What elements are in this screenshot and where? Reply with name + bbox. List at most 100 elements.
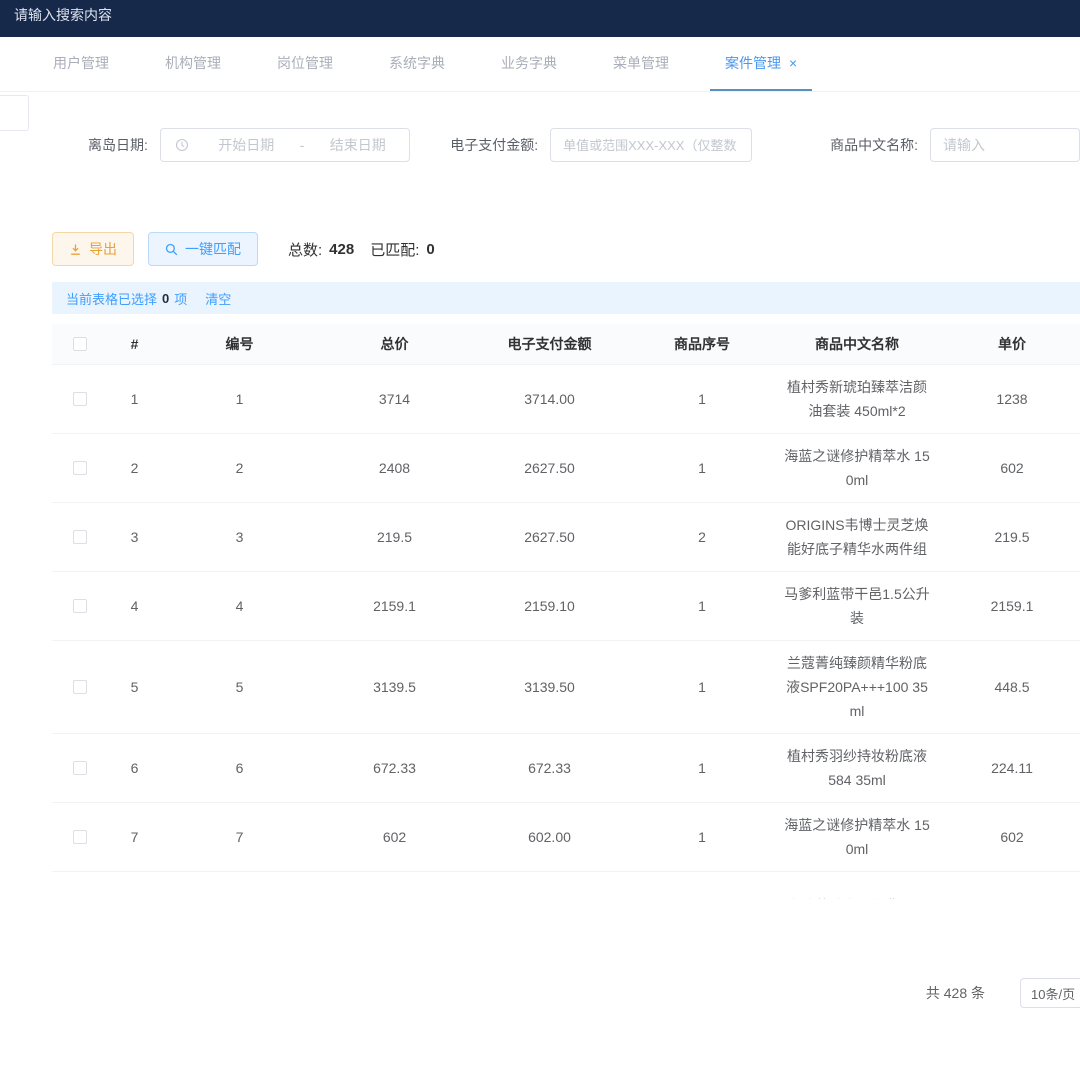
table-row: 2 2 2408 2627.50 1 海蓝之谜修护精萃水 150ml 602 (52, 433, 1080, 502)
selection-suffix: 项 (174, 289, 187, 308)
date-separator: - (298, 137, 307, 153)
row-checkbox-cell (52, 392, 107, 406)
global-search-input[interactable]: 请输入搜索内容 (0, 0, 126, 30)
cell-index: 1 (107, 391, 162, 407)
cell-index: 2 (107, 460, 162, 476)
table-body: 1 1 3714 3714.00 1 植村秀新琥珀臻萃洁颜油套装 450ml*2… (52, 364, 1080, 899)
cell-epay-amount: 3139.50 (472, 679, 627, 695)
tab-bar: 用户管理 机构管理 岗位管理 系统字典 业务字典 菜单管理 案件管理 × (0, 37, 1080, 92)
table-row: 6 6 672.33 672.33 1 植村秀羽纱持妆粉底液 584 35ml … (52, 733, 1080, 802)
tab-close-icon[interactable]: × (789, 55, 797, 71)
row-checkbox-cell (52, 599, 107, 613)
table-row: 4 4 2159.1 2159.10 1 马爹利蓝带干邑1.5公升装 2159.… (52, 571, 1080, 640)
collapsed-panel[interactable] (0, 95, 29, 131)
product-name-input[interactable] (930, 128, 1080, 162)
cell-product-name: 卡诗菁纯亮泽经典香氛 (777, 894, 937, 900)
selection-info-bar: 当前表格已选择 0 项 清空 (52, 282, 1080, 314)
start-date-placeholder[interactable]: 开始日期 (195, 135, 298, 155)
row-checkbox[interactable] (73, 599, 87, 613)
cell-index: 3 (107, 529, 162, 545)
end-date-placeholder[interactable]: 结束日期 (306, 135, 409, 155)
row-checkbox-cell (52, 830, 107, 844)
count-summary: 总数: 428 已匹配: 0 (288, 239, 451, 260)
row-checkbox[interactable] (73, 761, 87, 775)
select-all-checkbox[interactable] (73, 337, 87, 351)
cell-code: 8 (162, 898, 317, 900)
cell-unit-price: 224.11 (937, 760, 1080, 776)
cell-product-seq: 1 (627, 391, 777, 407)
cell-code: 1 (162, 391, 317, 407)
cell-code: 4 (162, 598, 317, 614)
cell-epay-amount: 2159.10 (472, 598, 627, 614)
cell-index: 4 (107, 598, 162, 614)
cell-product-name: 植村秀羽纱持妆粉底液 584 35ml (777, 744, 937, 792)
export-button[interactable]: 导出 (52, 232, 134, 266)
row-checkbox[interactable] (73, 461, 87, 475)
tab-label: 业务字典 (501, 53, 557, 73)
page-size-value: 10条/页 (1031, 984, 1075, 1003)
selection-prefix: 当前表格已选择 (66, 289, 157, 308)
column-header: 总价 (317, 334, 472, 354)
row-checkbox-cell (52, 899, 107, 900)
cell-total-price: 672.33 (317, 760, 472, 776)
cell-total-price: 602 (317, 829, 472, 845)
download-icon (69, 243, 82, 256)
tab-item[interactable]: 菜单管理 (598, 37, 684, 91)
row-checkbox[interactable] (73, 899, 87, 900)
cell-product-seq: 1 (627, 679, 777, 695)
table-row: 1 1 3714 3714.00 1 植村秀新琥珀臻萃洁颜油套装 450ml*2… (52, 364, 1080, 433)
cell-unit-price: 602 (937, 829, 1080, 845)
cell-product-name: 兰蔻菁纯臻颜精华粉底液SPF20PA+++100 35ml (777, 651, 937, 723)
row-checkbox-cell (52, 530, 107, 544)
cell-product-name: 植村秀新琥珀臻萃洁颜油套装 450ml*2 (777, 375, 937, 423)
date-filter-label: 离岛日期: (88, 135, 148, 155)
cell-product-seq: 1 (627, 598, 777, 614)
total-value: 428 (329, 241, 354, 258)
cell-code: 3 (162, 529, 317, 545)
row-checkbox[interactable] (73, 680, 87, 694)
date-range-input[interactable]: 开始日期 - 结束日期 (160, 128, 410, 162)
row-checkbox[interactable] (73, 530, 87, 544)
row-checkbox-cell (52, 761, 107, 775)
one-key-match-button[interactable]: 一键匹配 (148, 232, 258, 266)
page-size-select[interactable]: 10条/页 (1020, 978, 1080, 1008)
tab-item[interactable]: 案件管理 × (710, 37, 812, 91)
table-row: 7 7 602 602.00 1 海蓝之谜修护精萃水 150ml 602 (52, 802, 1080, 871)
cell-unit-price: 2159.1 (937, 598, 1080, 614)
cell-total-price: 219.5 (317, 529, 472, 545)
payment-amount-input[interactable] (550, 128, 752, 162)
clock-icon (175, 138, 189, 152)
selection-count: 0 (162, 291, 169, 306)
column-header: 商品序号 (627, 334, 777, 354)
payment-filter-label: 电子支付金额: (450, 135, 538, 155)
cell-epay-amount: 2627.50 (472, 529, 627, 545)
cell-index: 7 (107, 829, 162, 845)
tab-item[interactable]: 机构管理 (150, 37, 236, 91)
clear-selection-link[interactable]: 清空 (205, 289, 231, 308)
tab-label: 菜单管理 (613, 53, 669, 73)
column-header: # (107, 336, 162, 352)
cell-code: 6 (162, 760, 317, 776)
row-checkbox-cell (52, 461, 107, 475)
matched-value: 0 (426, 241, 434, 258)
column-header: 电子支付金额 (472, 334, 627, 354)
cell-total-price: 3714 (317, 391, 472, 407)
row-checkbox[interactable] (73, 830, 87, 844)
cell-epay-amount: 672.33 (472, 760, 627, 776)
cases-table: #编号总价电子支付金额商品序号商品中文名称单价 1 1 3714 3714.00… (52, 324, 1080, 899)
tab-item[interactable]: 业务字典 (486, 37, 572, 91)
cell-product-seq: 2 (627, 529, 777, 545)
row-checkbox[interactable] (73, 392, 87, 406)
pagination-bar: 共 428 条 10条/页 (0, 977, 1080, 1009)
tab-label: 机构管理 (165, 53, 221, 73)
cell-total-price: 3139.5 (317, 679, 472, 695)
cell-index: 6 (107, 760, 162, 776)
tab-item[interactable]: 用户管理 (38, 37, 124, 91)
tab-item[interactable]: 岗位管理 (262, 37, 348, 91)
cell-product-seq: 1 (627, 760, 777, 776)
cell-product-name: ORIGINS韦博士灵芝焕能好底子精华水两件组 (777, 513, 937, 561)
cell-unit-price: 1238 (937, 391, 1080, 407)
column-header: 单价 (937, 334, 1080, 354)
product-name-filter-label: 商品中文名称: (830, 135, 918, 155)
tab-item[interactable]: 系统字典 (374, 37, 460, 91)
